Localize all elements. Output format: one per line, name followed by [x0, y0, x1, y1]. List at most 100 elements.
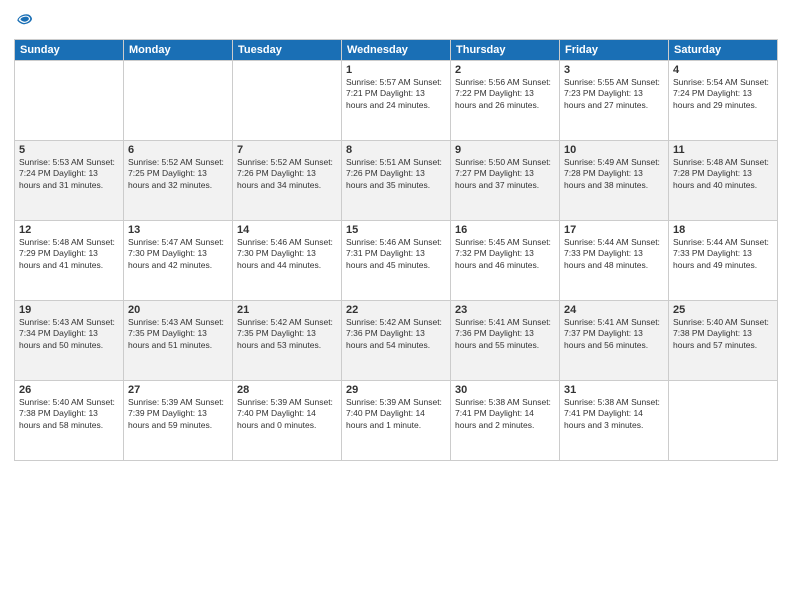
cell-info: Sunrise: 5:48 AM Sunset: 7:29 PM Dayligh… [19, 237, 119, 271]
calendar-cell: 10Sunrise: 5:49 AM Sunset: 7:28 PM Dayli… [560, 141, 669, 221]
cell-info: Sunrise: 5:41 AM Sunset: 7:37 PM Dayligh… [564, 317, 664, 351]
calendar-cell: 18Sunrise: 5:44 AM Sunset: 7:33 PM Dayli… [669, 221, 778, 301]
weekday-header-friday: Friday [560, 40, 669, 61]
weekday-header-wednesday: Wednesday [342, 40, 451, 61]
calendar-header: SundayMondayTuesdayWednesdayThursdayFrid… [15, 40, 778, 61]
calendar-cell [669, 381, 778, 461]
day-number: 5 [19, 144, 119, 156]
calendar-cell: 13Sunrise: 5:47 AM Sunset: 7:30 PM Dayli… [124, 221, 233, 301]
calendar-cell: 27Sunrise: 5:39 AM Sunset: 7:39 PM Dayli… [124, 381, 233, 461]
day-number: 4 [673, 64, 773, 76]
calendar-cell [124, 61, 233, 141]
day-number: 19 [19, 304, 119, 316]
calendar-cell: 26Sunrise: 5:40 AM Sunset: 7:38 PM Dayli… [15, 381, 124, 461]
calendar-cell: 28Sunrise: 5:39 AM Sunset: 7:40 PM Dayli… [233, 381, 342, 461]
cell-info: Sunrise: 5:52 AM Sunset: 7:26 PM Dayligh… [237, 157, 337, 191]
calendar-cell: 16Sunrise: 5:45 AM Sunset: 7:32 PM Dayli… [451, 221, 560, 301]
day-number: 22 [346, 304, 446, 316]
calendar-cell: 25Sunrise: 5:40 AM Sunset: 7:38 PM Dayli… [669, 301, 778, 381]
day-number: 18 [673, 224, 773, 236]
day-number: 10 [564, 144, 664, 156]
cell-info: Sunrise: 5:48 AM Sunset: 7:28 PM Dayligh… [673, 157, 773, 191]
calendar-cell: 31Sunrise: 5:38 AM Sunset: 7:41 PM Dayli… [560, 381, 669, 461]
cell-info: Sunrise: 5:43 AM Sunset: 7:35 PM Dayligh… [128, 317, 228, 351]
day-number: 21 [237, 304, 337, 316]
cell-info: Sunrise: 5:39 AM Sunset: 7:40 PM Dayligh… [237, 397, 337, 431]
cell-info: Sunrise: 5:40 AM Sunset: 7:38 PM Dayligh… [673, 317, 773, 351]
week-row-3: 19Sunrise: 5:43 AM Sunset: 7:34 PM Dayli… [15, 301, 778, 381]
day-number: 28 [237, 384, 337, 396]
calendar-cell: 4Sunrise: 5:54 AM Sunset: 7:24 PM Daylig… [669, 61, 778, 141]
day-number: 25 [673, 304, 773, 316]
cell-info: Sunrise: 5:43 AM Sunset: 7:34 PM Dayligh… [19, 317, 119, 351]
calendar-cell: 24Sunrise: 5:41 AM Sunset: 7:37 PM Dayli… [560, 301, 669, 381]
calendar-cell [233, 61, 342, 141]
day-number: 14 [237, 224, 337, 236]
cell-info: Sunrise: 5:41 AM Sunset: 7:36 PM Dayligh… [455, 317, 555, 351]
day-number: 30 [455, 384, 555, 396]
cell-info: Sunrise: 5:57 AM Sunset: 7:21 PM Dayligh… [346, 77, 446, 111]
day-number: 24 [564, 304, 664, 316]
cell-info: Sunrise: 5:38 AM Sunset: 7:41 PM Dayligh… [564, 397, 664, 431]
calendar-cell: 7Sunrise: 5:52 AM Sunset: 7:26 PM Daylig… [233, 141, 342, 221]
day-number: 31 [564, 384, 664, 396]
day-number: 26 [19, 384, 119, 396]
calendar-cell: 9Sunrise: 5:50 AM Sunset: 7:27 PM Daylig… [451, 141, 560, 221]
day-number: 6 [128, 144, 228, 156]
day-number: 27 [128, 384, 228, 396]
cell-info: Sunrise: 5:39 AM Sunset: 7:39 PM Dayligh… [128, 397, 228, 431]
day-number: 29 [346, 384, 446, 396]
day-number: 8 [346, 144, 446, 156]
cell-info: Sunrise: 5:45 AM Sunset: 7:32 PM Dayligh… [455, 237, 555, 271]
calendar-cell: 6Sunrise: 5:52 AM Sunset: 7:25 PM Daylig… [124, 141, 233, 221]
cell-info: Sunrise: 5:56 AM Sunset: 7:22 PM Dayligh… [455, 77, 555, 111]
calendar-cell: 20Sunrise: 5:43 AM Sunset: 7:35 PM Dayli… [124, 301, 233, 381]
calendar-cell: 22Sunrise: 5:42 AM Sunset: 7:36 PM Dayli… [342, 301, 451, 381]
calendar-cell: 15Sunrise: 5:46 AM Sunset: 7:31 PM Dayli… [342, 221, 451, 301]
day-number: 12 [19, 224, 119, 236]
cell-info: Sunrise: 5:53 AM Sunset: 7:24 PM Dayligh… [19, 157, 119, 191]
logo [14, 10, 33, 33]
calendar-cell: 30Sunrise: 5:38 AM Sunset: 7:41 PM Dayli… [451, 381, 560, 461]
calendar-cell: 29Sunrise: 5:39 AM Sunset: 7:40 PM Dayli… [342, 381, 451, 461]
calendar-cell: 21Sunrise: 5:42 AM Sunset: 7:35 PM Dayli… [233, 301, 342, 381]
calendar-cell: 5Sunrise: 5:53 AM Sunset: 7:24 PM Daylig… [15, 141, 124, 221]
day-number: 16 [455, 224, 555, 236]
cell-info: Sunrise: 5:44 AM Sunset: 7:33 PM Dayligh… [564, 237, 664, 271]
calendar-cell: 3Sunrise: 5:55 AM Sunset: 7:23 PM Daylig… [560, 61, 669, 141]
logo-icon [15, 10, 33, 28]
cell-info: Sunrise: 5:46 AM Sunset: 7:31 PM Dayligh… [346, 237, 446, 271]
calendar-cell: 17Sunrise: 5:44 AM Sunset: 7:33 PM Dayli… [560, 221, 669, 301]
day-number: 9 [455, 144, 555, 156]
calendar-cell [15, 61, 124, 141]
cell-info: Sunrise: 5:44 AM Sunset: 7:33 PM Dayligh… [673, 237, 773, 271]
weekday-header-tuesday: Tuesday [233, 40, 342, 61]
day-number: 13 [128, 224, 228, 236]
day-number: 1 [346, 64, 446, 76]
cell-info: Sunrise: 5:46 AM Sunset: 7:30 PM Dayligh… [237, 237, 337, 271]
day-number: 20 [128, 304, 228, 316]
cell-info: Sunrise: 5:42 AM Sunset: 7:35 PM Dayligh… [237, 317, 337, 351]
cell-info: Sunrise: 5:55 AM Sunset: 7:23 PM Dayligh… [564, 77, 664, 111]
cell-info: Sunrise: 5:47 AM Sunset: 7:30 PM Dayligh… [128, 237, 228, 271]
day-number: 15 [346, 224, 446, 236]
cell-info: Sunrise: 5:49 AM Sunset: 7:28 PM Dayligh… [564, 157, 664, 191]
cell-info: Sunrise: 5:51 AM Sunset: 7:26 PM Dayligh… [346, 157, 446, 191]
week-row-4: 26Sunrise: 5:40 AM Sunset: 7:38 PM Dayli… [15, 381, 778, 461]
week-row-0: 1Sunrise: 5:57 AM Sunset: 7:21 PM Daylig… [15, 61, 778, 141]
calendar-cell: 23Sunrise: 5:41 AM Sunset: 7:36 PM Dayli… [451, 301, 560, 381]
cell-info: Sunrise: 5:54 AM Sunset: 7:24 PM Dayligh… [673, 77, 773, 111]
cell-info: Sunrise: 5:39 AM Sunset: 7:40 PM Dayligh… [346, 397, 446, 431]
cell-info: Sunrise: 5:42 AM Sunset: 7:36 PM Dayligh… [346, 317, 446, 351]
calendar-cell: 11Sunrise: 5:48 AM Sunset: 7:28 PM Dayli… [669, 141, 778, 221]
day-number: 11 [673, 144, 773, 156]
logo-block [14, 10, 33, 33]
cell-info: Sunrise: 5:50 AM Sunset: 7:27 PM Dayligh… [455, 157, 555, 191]
cell-info: Sunrise: 5:38 AM Sunset: 7:41 PM Dayligh… [455, 397, 555, 431]
day-number: 23 [455, 304, 555, 316]
weekday-header-monday: Monday [124, 40, 233, 61]
header [14, 10, 778, 33]
calendar-cell: 2Sunrise: 5:56 AM Sunset: 7:22 PM Daylig… [451, 61, 560, 141]
day-number: 2 [455, 64, 555, 76]
day-number: 3 [564, 64, 664, 76]
